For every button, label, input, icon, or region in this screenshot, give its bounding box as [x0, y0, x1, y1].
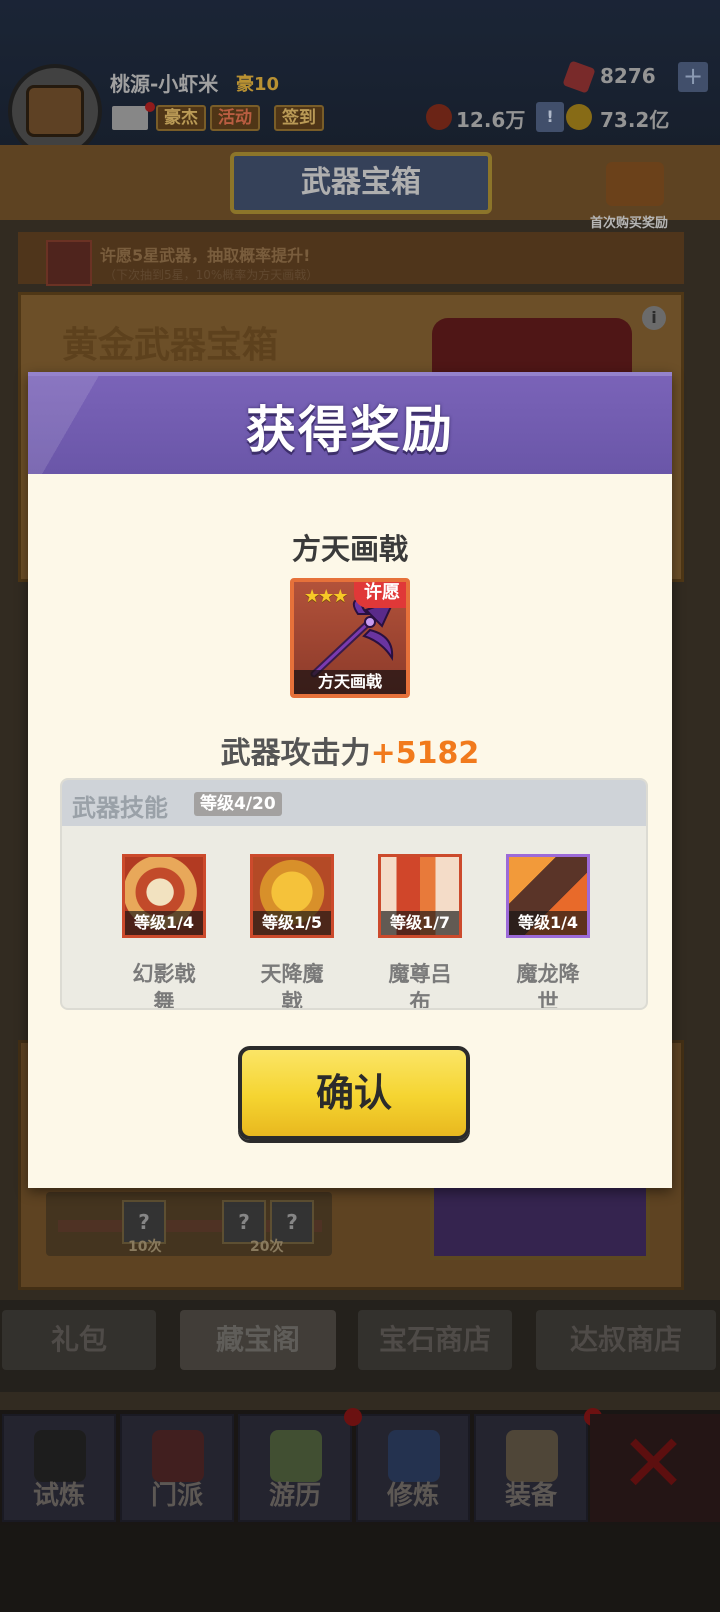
wish-badge: 许愿 — [354, 582, 406, 608]
attack-label: 武器攻击力 — [220, 736, 371, 771]
skill-name: 天降魔戟 — [260, 962, 324, 1010]
reward-item-name: 方天画戟 — [291, 532, 408, 566]
skill-name: 幻影戟舞 — [132, 962, 196, 1010]
star-rating-icon: ★★★ — [304, 586, 348, 607]
reward-dialog: 获得奖励 方天画戟 ★★★ 许愿 方天画戟 武器攻击力+5182 武器技能 等级… — [28, 372, 672, 1188]
skills-header-title: 武器技能 — [72, 794, 168, 822]
attack-line: 武器攻击力+5182 — [28, 728, 672, 772]
skills-header: 武器技能 等级4/20 — [62, 780, 646, 826]
skill-item[interactable]: 等级1/4 幻影戟舞 — [122, 854, 206, 1010]
dialog-title: 获得奖励 — [246, 401, 454, 459]
confirm-button[interactable]: 确认 — [238, 1046, 470, 1140]
phantom-halberd-skill-icon: 等级1/4 — [122, 854, 206, 938]
skill-level: 等级1/4 — [125, 911, 203, 935]
skill-name: 魔尊吕布 — [388, 962, 452, 1010]
skills-level-badge: 等级4/20 — [194, 792, 282, 816]
skill-level: 等级1/7 — [381, 911, 459, 935]
skill-item[interactable]: 等级1/7 魔尊吕布 — [378, 854, 462, 1010]
skill-item[interactable]: 等级1/4 魔龙降世 — [506, 854, 590, 1010]
weapon-caption: 方天画戟 — [294, 670, 406, 694]
dialog-header: 获得奖励 — [28, 372, 672, 474]
demon-dragon-skill-icon: 等级1/4 — [506, 854, 590, 938]
skill-level: 等级1/5 — [253, 911, 331, 935]
halberd-icon — [310, 600, 396, 678]
attack-value: +5182 — [370, 736, 480, 771]
weapon-card[interactable]: ★★★ 许愿 方天画戟 — [290, 578, 410, 698]
skill-name: 魔龙降世 — [516, 962, 580, 1010]
demon-lord-skill-icon: 等级1/7 — [378, 854, 462, 938]
weapon-skills-panel: 武器技能 等级4/20 等级1/4 幻影戟舞 等级1/5 天降魔戟 等级1/7 … — [60, 778, 648, 1010]
skill-level: 等级1/4 — [509, 911, 587, 935]
skill-item[interactable]: 等级1/5 天降魔戟 — [250, 854, 334, 1010]
falling-halberd-skill-icon: 等级1/5 — [250, 854, 334, 938]
